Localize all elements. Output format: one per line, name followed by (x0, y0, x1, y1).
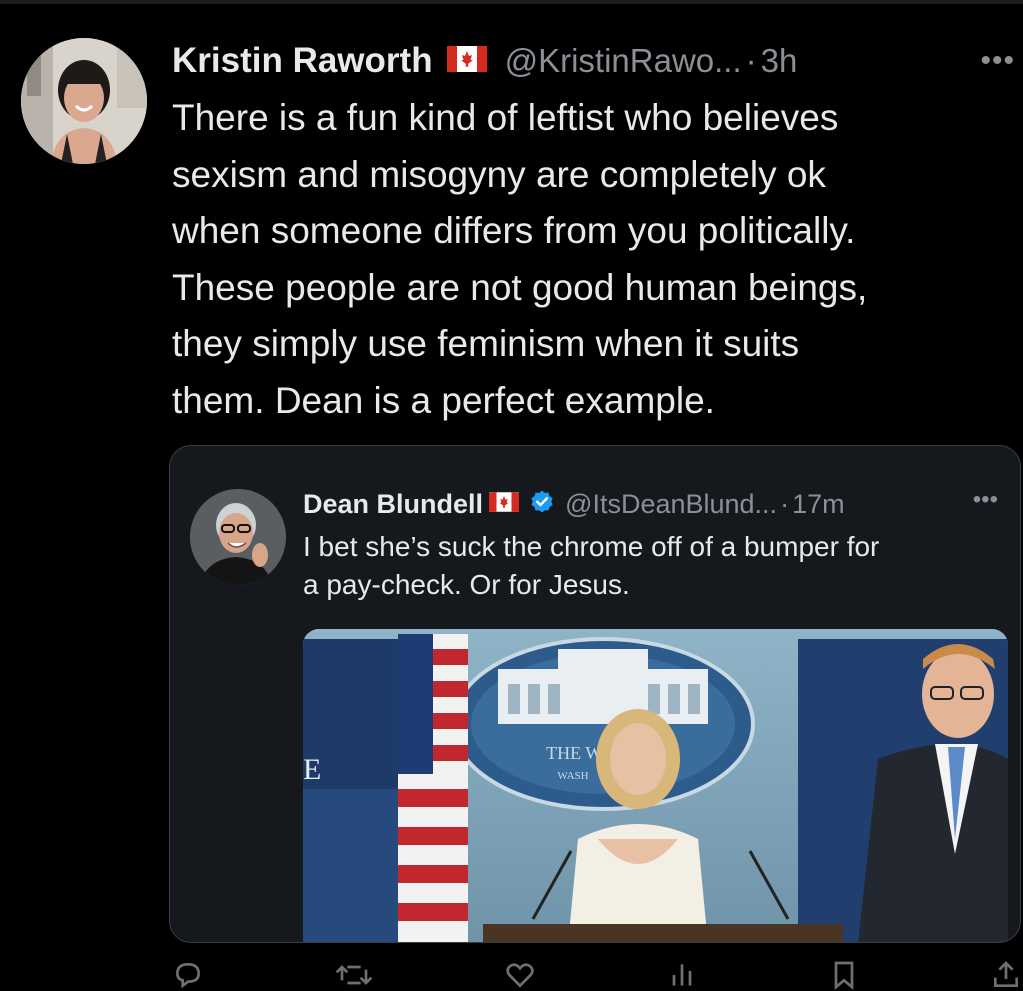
tweet-header: Kristin Raworth @KristinRawo... · 3h (172, 36, 1012, 86)
quoted-more-options-icon[interactable]: ••• (973, 486, 998, 514)
quoted-tweet-text: I bet she’s suck the chrome off of a bum… (303, 531, 880, 600)
reply-icon[interactable] (172, 960, 204, 990)
backdrop-letter: E (303, 753, 321, 786)
more-options-icon[interactable]: ••• (980, 44, 1015, 78)
quoted-author-handle[interactable]: @ItsDeanBlund... (565, 489, 777, 520)
quoted-tweet[interactable]: Dean Blundell @ItsDeanBlund... · 17m ••• (169, 445, 1021, 943)
quoted-tweet-timestamp[interactable]: 17m (792, 489, 845, 520)
tweet[interactable]: Kristin Raworth @KristinRawo... · 3h •••… (0, 0, 1023, 990)
author-avatar-image (21, 38, 147, 164)
canada-flag-icon (446, 45, 487, 77)
verified-badge-icon (529, 489, 555, 520)
separator-dot: · (745, 42, 757, 79)
seal-subtext: WASH (557, 770, 588, 782)
author-name[interactable]: Kristin Raworth (172, 41, 433, 81)
quoted-author-name[interactable]: Dean Blundell (303, 489, 483, 520)
us-flag (398, 634, 468, 942)
author-avatar[interactable] (21, 38, 147, 164)
author-handle[interactable]: @KristinRawo... (505, 42, 742, 80)
bookmark-icon[interactable] (828, 960, 860, 990)
tweet-timestamp[interactable]: 3h (761, 42, 798, 80)
quoted-author-avatar[interactable] (190, 489, 286, 585)
tweet-text: There is a fun kind of leftist who belie… (172, 97, 868, 421)
quoted-tweet-media[interactable]: THE WHI USE WASH E (303, 629, 1008, 942)
separator-dot: · (780, 488, 790, 519)
like-icon[interactable] (504, 960, 536, 990)
quoted-author-avatar-image (190, 489, 286, 585)
views-icon[interactable] (666, 960, 698, 990)
retweet-icon[interactable] (334, 960, 374, 990)
share-icon[interactable] (990, 960, 1022, 990)
tweet-action-bar (172, 960, 1022, 990)
press-briefing-image: THE WHI USE WASH E (303, 629, 1008, 942)
quoted-tweet-header: Dean Blundell @ItsDeanBlund... · 17m (303, 484, 845, 524)
canada-flag-icon (489, 491, 520, 517)
